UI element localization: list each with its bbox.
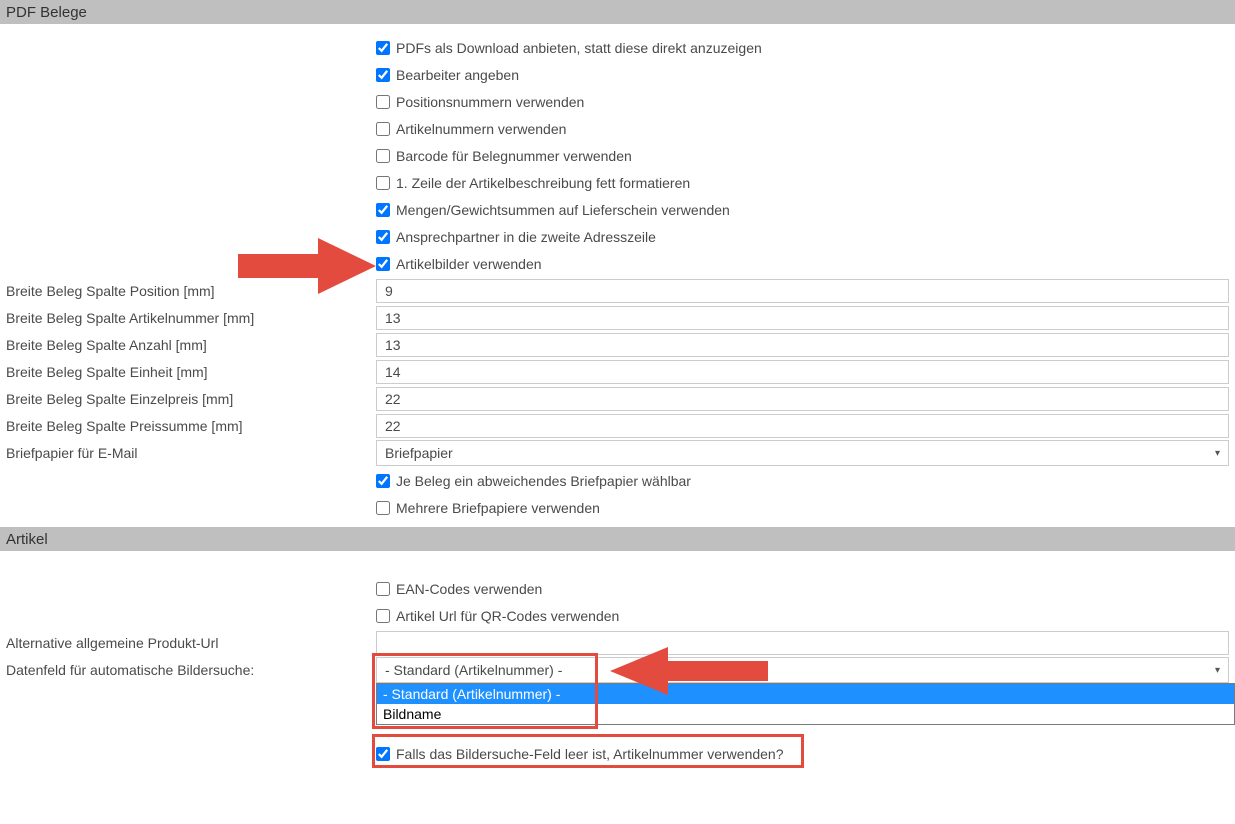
select-value: - Standard (Artikelnummer) - — [385, 662, 562, 678]
alt-url-input[interactable] — [376, 631, 1229, 655]
checkbox-label: Artikel Url für QR-Codes verwenden — [396, 608, 619, 624]
field-input[interactable] — [376, 333, 1229, 357]
dropdown-option[interactable]: Bildname — [377, 704, 1234, 724]
checkbox-label: 1. Zeile der Artikelbeschreibung fett fo… — [396, 175, 690, 191]
pdf-option-checkbox[interactable] — [376, 257, 390, 271]
checkbox-label: EAN-Codes verwenden — [396, 581, 542, 597]
checkbox-label: Ansprechpartner in die zweite Adresszeil… — [396, 229, 656, 245]
section-header-pdf: PDF Belege — [0, 0, 1235, 24]
field-label: Breite Beleg Spalte Einheit [mm] — [0, 364, 376, 380]
field-input[interactable] — [376, 414, 1229, 438]
field-label: Breite Beleg Spalte Einzelpreis [mm] — [0, 391, 376, 407]
pdf-option-row: PDFs als Download anbieten, statt diese … — [0, 34, 1235, 61]
field-row: Breite Beleg Spalte Einzelpreis [mm] — [0, 385, 1235, 412]
pdf-option-row: Je Beleg ein abweichendes Briefpapier wä… — [0, 467, 1235, 494]
field-input[interactable] — [376, 306, 1229, 330]
pdf-option-checkbox[interactable] — [376, 230, 390, 244]
section-title: Artikel — [6, 531, 48, 548]
artikel-option-checkbox[interactable] — [376, 582, 390, 596]
pdf-option-row: Mengen/Gewichtsummen auf Lieferschein ve… — [0, 196, 1235, 223]
checkbox-label: Artikelnummern verwenden — [396, 121, 566, 137]
pdf-option-checkbox[interactable] — [376, 474, 390, 488]
field-label: Breite Beleg Spalte Anzahl [mm] — [0, 337, 376, 353]
field-label: Breite Beleg Spalte Position [mm] — [0, 283, 376, 299]
checkbox-label: Je Beleg ein abweichendes Briefpapier wä… — [396, 473, 691, 489]
row-fallback: Falls das Bildersuche-Feld leer ist, Art… — [0, 740, 1235, 767]
field-row: Breite Beleg Spalte Position [mm] — [0, 277, 1235, 304]
chevron-down-icon: ▾ — [1215, 448, 1220, 459]
artikel-option-row: Artikel Url für QR-Codes verwenden — [0, 602, 1235, 629]
artikel-option-row: EAN-Codes verwenden — [0, 575, 1235, 602]
pdf-option-row: Artikelbilder verwenden — [0, 250, 1235, 277]
field-label: Breite Beleg Spalte Artikelnummer [mm] — [0, 310, 376, 326]
field-input[interactable] — [376, 360, 1229, 384]
field-row: Breite Beleg Spalte Anzahl [mm] — [0, 331, 1235, 358]
field-label: Breite Beleg Spalte Preissumme [mm] — [0, 418, 376, 434]
page-root: PDF Belege PDFs als Download anbieten, s… — [0, 0, 1235, 793]
pdf-option-row: Mehrere Briefpapiere verwenden — [0, 494, 1235, 521]
checkbox-label: Positionsnummern verwenden — [396, 94, 584, 110]
dropdown-option[interactable]: - Standard (Artikelnummer) - — [377, 684, 1234, 704]
pdf-option-checkbox[interactable] — [376, 95, 390, 109]
pdf-option-row: 1. Zeile der Artikelbeschreibung fett fo… — [0, 169, 1235, 196]
datenfeld-dropdown[interactable]: - Standard (Artikelnummer) - Bildname — [376, 683, 1235, 725]
pdf-option-row: Barcode für Belegnummer verwenden — [0, 142, 1235, 169]
chevron-down-icon: ▾ — [1215, 665, 1220, 676]
pdf-option-checkbox[interactable] — [376, 203, 390, 217]
field-row: Breite Beleg Spalte Einheit [mm] — [0, 358, 1235, 385]
pdf-option-row: Positionsnummern verwenden — [0, 88, 1235, 115]
section-header-artikel: Artikel — [0, 527, 1235, 551]
checkbox-label: PDFs als Download anbieten, statt diese … — [396, 40, 762, 56]
field-input[interactable] — [376, 279, 1229, 303]
field-row: Breite Beleg Spalte Artikelnummer [mm] — [0, 304, 1235, 331]
field-label: Datenfeld für automatische Bildersuche: — [0, 662, 376, 678]
section-body-artikel: EAN-Codes verwenden Artikel Url für QR-Co… — [0, 551, 1235, 793]
datenfeld-select[interactable]: - Standard (Artikelnummer) - ▾ — [376, 657, 1229, 683]
pdf-option-checkbox[interactable] — [376, 122, 390, 136]
pdf-option-checkbox[interactable] — [376, 149, 390, 163]
checkbox-label: Falls das Bildersuche-Feld leer ist, Art… — [396, 746, 784, 762]
fallback-checkbox[interactable] — [376, 747, 390, 761]
pdf-option-row: Artikelnummern verwenden — [0, 115, 1235, 142]
checkbox-label: Mehrere Briefpapiere verwenden — [396, 500, 600, 516]
pdf-option-checkbox[interactable] — [376, 501, 390, 515]
pdf-option-checkbox[interactable] — [376, 176, 390, 190]
field-input[interactable] — [376, 387, 1229, 411]
row-alt-url: Alternative allgemeine Produkt-Url — [0, 629, 1235, 656]
row-briefpapier: Briefpapier für E-Mail Briefpapier ▾ — [0, 439, 1235, 467]
checkbox-label: Mengen/Gewichtsummen auf Lieferschein ve… — [396, 202, 730, 218]
checkbox-label: Barcode für Belegnummer verwenden — [396, 148, 632, 164]
row-datenfeld: Datenfeld für automatische Bildersuche: … — [0, 656, 1235, 684]
pdf-option-checkbox[interactable] — [376, 41, 390, 55]
section-body-pdf: PDFs als Download anbieten, statt diese … — [0, 24, 1235, 527]
checkbox-label: Bearbeiter angeben — [396, 67, 519, 83]
select-value: Briefpapier — [385, 445, 453, 461]
checkbox-label: Artikelbilder verwenden — [396, 256, 542, 272]
field-label: Briefpapier für E-Mail — [0, 445, 376, 461]
section-title: PDF Belege — [6, 4, 87, 21]
pdf-option-row: Bearbeiter angeben — [0, 61, 1235, 88]
field-row: Breite Beleg Spalte Preissumme [mm] — [0, 412, 1235, 439]
artikel-option-checkbox[interactable] — [376, 609, 390, 623]
briefpapier-select[interactable]: Briefpapier ▾ — [376, 440, 1229, 466]
pdf-option-checkbox[interactable] — [376, 68, 390, 82]
field-label: Alternative allgemeine Produkt-Url — [0, 635, 376, 651]
pdf-option-row: Ansprechpartner in die zweite Adresszeil… — [0, 223, 1235, 250]
